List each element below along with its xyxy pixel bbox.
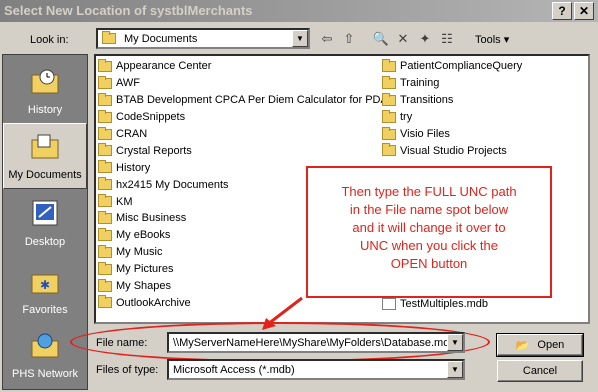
file-name-label: File name: [96,337,148,349]
file-name-value[interactable]: \\MyServerNameHere\MyShare\MyFolders\Dat… [173,337,447,349]
file-name-input[interactable]: \\MyServerNameHere\MyShare\MyFolders\Dat… [167,332,465,353]
open-folder-icon: 📂 [515,339,530,352]
open-label: Open [537,339,565,351]
file-type-label: Files of type: [96,364,159,376]
cancel-label: Cancel [522,365,558,377]
chevron-down-icon[interactable]: ▼ [447,361,463,378]
chevron-down-icon[interactable]: ▼ [447,334,463,351]
open-button[interactable]: 📂 Open [496,333,584,357]
file-type-dropdown[interactable]: Microsoft Access (*.mdb) ▼ [167,359,465,380]
cancel-button[interactable]: Cancel [497,360,583,382]
file-type-value: Microsoft Access (*.mdb) [173,363,295,376]
